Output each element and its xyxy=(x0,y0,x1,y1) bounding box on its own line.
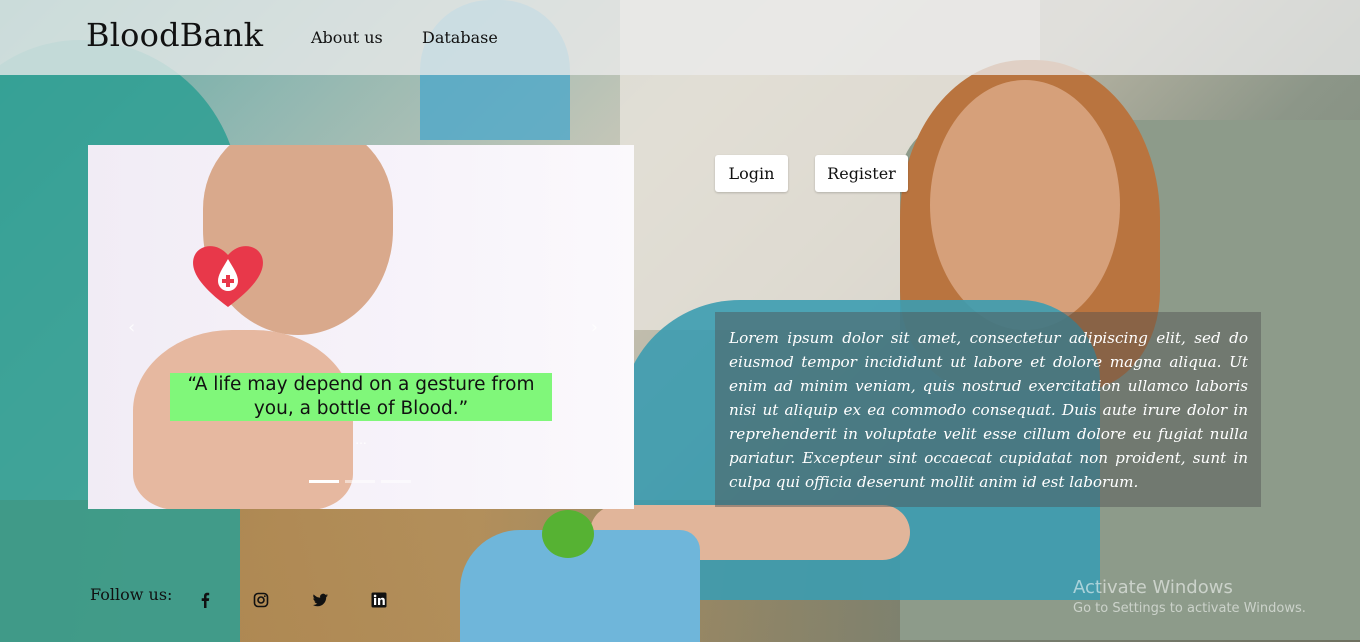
register-button[interactable]: Register xyxy=(815,155,908,192)
blood-heart-icon xyxy=(193,246,263,307)
background-woman-face xyxy=(930,80,1120,330)
linkedin-icon[interactable] xyxy=(369,590,389,610)
activate-windows-subtitle: Go to Settings to activate Windows. xyxy=(1073,601,1306,616)
carousel-prev-icon[interactable]: ‹ xyxy=(128,317,135,338)
info-panel: Lorem ipsum dolor sit amet, consectetur … xyxy=(715,312,1261,507)
nav-link-database[interactable]: Database xyxy=(422,28,498,47)
login-button[interactable]: Login xyxy=(715,155,788,192)
facebook-icon[interactable] xyxy=(195,590,215,610)
twitter-icon[interactable] xyxy=(310,590,330,610)
carousel-caption: “A life may depend on a gesture from you… xyxy=(170,373,552,421)
background-stress-ball xyxy=(542,510,594,558)
navbar: BloodBank About us Database xyxy=(0,0,1360,75)
nav-link-about[interactable]: About us xyxy=(311,28,383,47)
carousel-indicators xyxy=(309,480,411,483)
brand-logo[interactable]: BloodBank xyxy=(86,16,263,54)
carousel-indicator[interactable] xyxy=(345,480,375,483)
carousel-subcaption: ... xyxy=(355,433,367,447)
follow-us-label: Follow us: xyxy=(90,585,173,604)
carousel-indicator[interactable] xyxy=(381,480,411,483)
info-text: Lorem ipsum dolor sit amet, consectetur … xyxy=(729,329,1248,491)
activate-windows-title: Activate Windows xyxy=(1073,577,1233,598)
instagram-icon[interactable] xyxy=(251,590,271,610)
carousel: ‹ › “A life may depend on a gesture from… xyxy=(88,145,634,509)
carousel-next-icon[interactable]: › xyxy=(591,317,598,338)
carousel-indicator[interactable] xyxy=(309,480,339,483)
